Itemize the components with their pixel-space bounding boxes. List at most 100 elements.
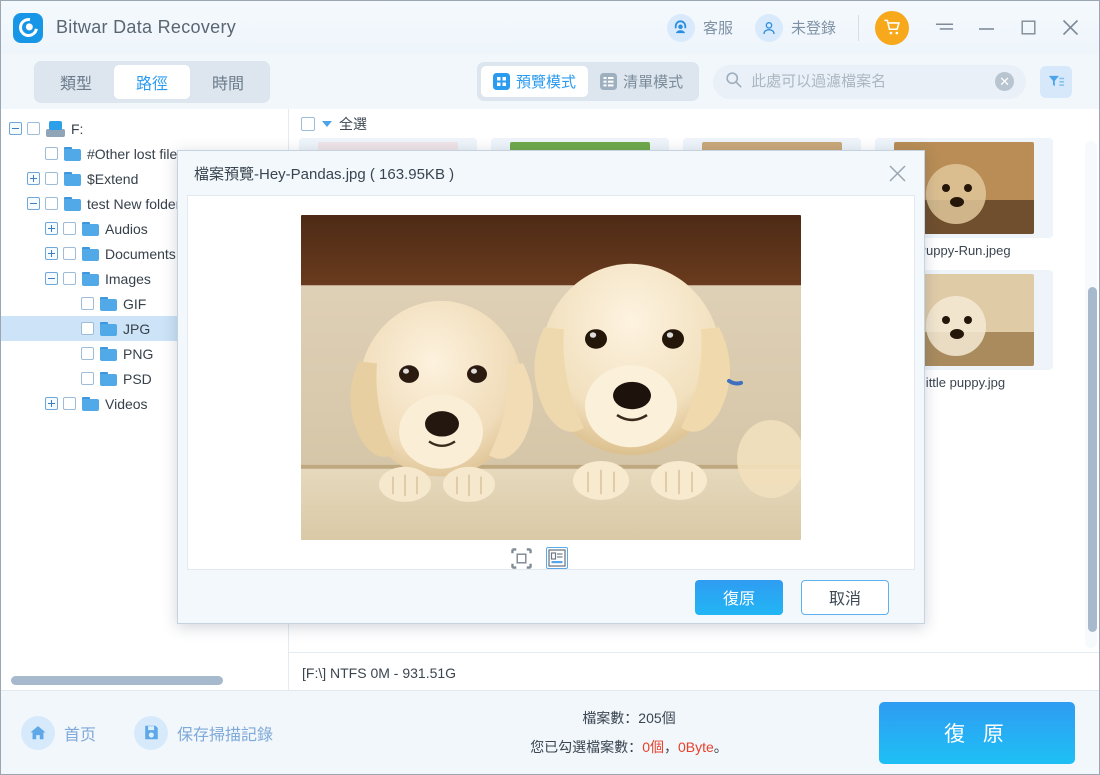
preview-toolbar [511,547,568,569]
tree-node-checkbox[interactable] [27,122,40,135]
close-icon[interactable] [1057,15,1083,41]
selected-suffix: 。 [714,739,728,755]
drive-status-text: [F:\] NTFS 0M - 931.51G [302,665,456,681]
tree-node-label: test New folder [87,196,180,212]
sidebar-horizontal-scrollbar[interactable] [1,674,289,686]
maximize-icon[interactable] [1015,15,1041,41]
expand-plus-icon[interactable] [45,397,58,410]
search-icon [725,71,742,93]
preview-image [301,215,801,540]
selected-summary-text: 您已勾選檔案數：0個，0Byte。 [419,737,839,757]
minimize-icon[interactable] [973,15,999,41]
home-label: 首页 [64,721,96,745]
dialog-cancel-button[interactable]: 取消 [801,580,889,615]
bitwar-logo-icon [13,13,43,43]
fit-to-screen-icon[interactable] [511,548,532,569]
account-label: 未登錄 [791,17,836,38]
folder-icon [82,222,99,236]
selected-count: 0個 [642,739,664,755]
user-icon [755,14,783,42]
folder-icon [64,172,81,186]
tree-node-checkbox[interactable] [45,147,58,160]
collapse-minus-icon[interactable] [27,197,40,210]
tab-type[interactable]: 類型 [38,65,114,99]
tree-node-checkbox[interactable] [81,297,94,310]
tab-list-mode[interactable]: 清單模式 [588,66,695,97]
tab-path[interactable]: 路徑 [114,65,190,99]
folder-icon [64,147,81,161]
footer-bar: 首页 保存掃描記錄 檔案數：205個 您已勾選檔案數：0個，0Byte。 復 原 [1,690,1099,774]
shopping-cart-icon[interactable] [875,11,909,45]
tree-node-checkbox[interactable] [63,272,76,285]
scan-tab-group: 類型 路徑 時間 [34,61,270,103]
expander-spacer [63,347,76,360]
scrollbar-thumb[interactable] [11,676,223,685]
toolbar-row: 類型 路徑 時間 預覽模式 清單模 [1,54,1099,109]
collapse-minus-icon[interactable] [45,272,58,285]
support-button[interactable]: 客服 [667,14,733,42]
expander-spacer [63,322,76,335]
tree-node-checkbox[interactable] [81,372,94,385]
expand-plus-icon[interactable] [45,222,58,235]
tree-node-checkbox[interactable] [81,347,94,360]
divider [858,15,859,41]
expander-spacer [27,147,40,160]
application-window: Bitwar Data Recovery 客服 [0,0,1100,775]
app-title: Bitwar Data Recovery [56,17,236,38]
tree-node-f[interactable]: F: [1,116,288,141]
recover-button[interactable]: 復 原 [879,702,1075,764]
account-button[interactable]: 未登錄 [755,14,836,42]
save-disk-icon [134,716,168,750]
grid-view-icon [493,73,510,90]
tree-node-label: Images [105,271,151,287]
collapse-minus-icon[interactable] [9,122,22,135]
tab-preview-mode[interactable]: 預覽模式 [481,66,588,97]
close-icon[interactable] [884,160,910,186]
search-input[interactable] [751,73,995,90]
dialog-recover-button[interactable]: 復原 [695,580,783,615]
tree-node-label: PSD [123,371,152,387]
tree-node-label: GIF [123,296,146,312]
save-scan-log-button[interactable]: 保存掃描記錄 [134,716,273,750]
filter-funnel-icon[interactable] [1040,66,1072,98]
tab-time[interactable]: 時間 [190,65,266,99]
chevron-down-icon[interactable] [322,121,332,127]
preview-mode-label: 預覽模式 [516,71,576,92]
expand-plus-icon[interactable] [27,172,40,185]
drive-status-bar: [F:\] NTFS 0M - 931.51G [289,652,1099,692]
drive-icon [46,121,65,137]
image-info-icon[interactable] [546,547,568,569]
tree-node-checkbox[interactable] [45,197,58,210]
scan-statistics: 檔案數：205個 您已勾選檔案數：0個，0Byte。 [419,708,839,757]
expand-plus-icon[interactable] [45,247,58,260]
tree-node-checkbox[interactable] [45,172,58,185]
titlebar-actions: 客服 未登錄 [667,1,1099,54]
folder-icon [64,197,81,211]
headset-icon [667,14,695,42]
selected-separator: ， [664,739,678,755]
tree-node-checkbox[interactable] [63,397,76,410]
tree-node-label: JPG [123,321,150,337]
selected-prefix: 您已勾選檔案數： [530,739,642,755]
home-icon [21,716,55,750]
select-all-row: 全選 [289,109,1099,138]
tree-node-checkbox[interactable] [63,247,76,260]
select-all-checkbox[interactable] [301,117,315,131]
tree-node-checkbox[interactable] [81,322,94,335]
tree-node-label: Documents [105,246,176,262]
file-count-text: 檔案數：205個 [419,708,839,728]
selected-size: 0Byte [678,739,714,755]
view-mode-group: 預覽模式 清單模式 [477,62,699,101]
tree-node-checkbox[interactable] [63,222,76,235]
folder-icon [82,247,99,261]
tree-node-label: Audios [105,221,148,237]
dialog-title: 檔案預覽-Hey-Pandas.jpg ( 163.95KB ) [194,163,454,184]
expander-spacer [63,372,76,385]
folder-icon [100,297,117,311]
content-vertical-scrollbar-thumb[interactable] [1088,287,1097,632]
clear-circle-icon[interactable]: ✕ [995,72,1014,91]
home-button[interactable]: 首页 [21,716,96,750]
folder-icon [100,347,117,361]
tree-node-label: #Other lost files [87,146,184,162]
hamburger-menu-icon[interactable] [931,15,957,41]
